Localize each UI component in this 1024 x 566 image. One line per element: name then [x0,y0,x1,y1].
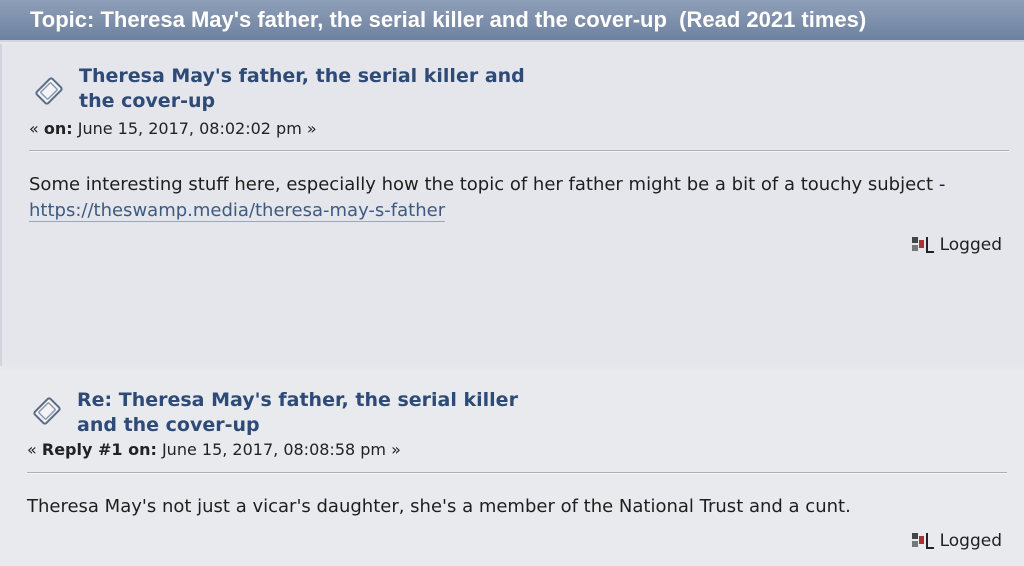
divider [29,150,1009,152]
meta-date: June 15, 2017, 08:08:58 pm » [156,440,401,459]
logged-label: Logged [939,235,1002,255]
post-body: Theresa May's not just a vicar's daughte… [27,494,1002,520]
post-title-link[interactable]: Re: Theresa May's father, the serial kil… [77,388,537,438]
post-meta: « on: June 15, 2017, 08:02:02 pm » [29,119,317,139]
meta-prefix: « [29,119,44,138]
meta-date: June 15, 2017, 08:02:02 pm » [72,119,317,138]
meta-prefix: « [27,440,42,459]
ip-logged-icon [911,237,934,253]
post-meta: « Reply #1 on: June 15, 2017, 08:08:58 p… [27,440,401,460]
logged-label: Logged [939,531,1002,551]
post-body-text: Some interesting stuff here, especially … [29,174,946,195]
post-title-link[interactable]: Theresa May's father, the serial killer … [79,64,539,114]
ip-logged-icon [911,533,934,549]
topic-header: Topic: Theresa May's father, the serial … [0,0,1024,42]
post-body-text: Theresa May's not just a vicar's daughte… [27,496,851,517]
logged-status: Logged [910,530,1002,552]
logged-status: Logged [910,234,1002,256]
post-icon [30,72,68,110]
divider [27,472,1007,474]
post-body: Some interesting stuff here, especially … [29,172,1004,224]
meta-label: on: [43,119,73,138]
post: Re: Theresa May's father, the serial kil… [0,370,1024,566]
meta-label: Reply #1 on: [41,440,157,459]
post-link[interactable]: https://theswamp.media/theresa-may-s-fat… [29,200,446,222]
post-icon [28,392,66,430]
post: Theresa May's father, the serial killer … [0,44,1024,366]
